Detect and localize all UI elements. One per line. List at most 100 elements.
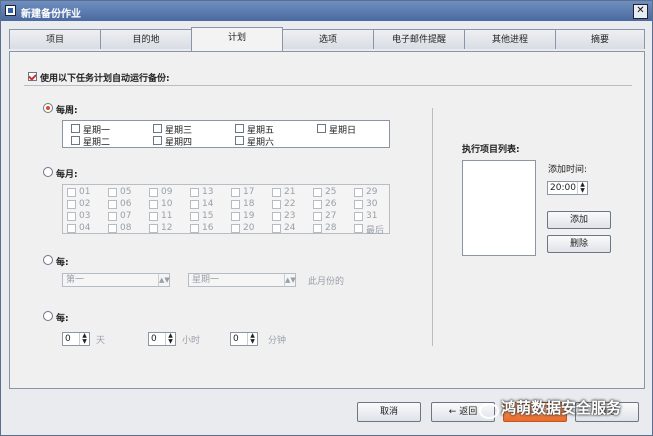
tab-summary[interactable]: 摘要 <box>555 29 645 49</box>
schedule-panel: 使用以下任务计划自动运行备份: 每周: 星期一 星期三 星期五 星期日 星期二 … <box>9 51 645 389</box>
month-day-checkbox[interactable] <box>149 212 158 221</box>
hours-value: 0 <box>151 334 157 344</box>
month-day-checkbox[interactable] <box>67 200 76 209</box>
monthly-days-group: 01 05 09 13 17 21 25 29 02 06 10 14 18 22 26 30 03 07 11 15… <box>62 184 390 236</box>
days-spinner[interactable]: 0 ▲ ▼ <box>62 332 90 346</box>
day-label: 星期二 <box>83 138 111 148</box>
interval-radio[interactable] <box>43 311 53 321</box>
days-value: 0 <box>65 334 71 344</box>
time-value: 20:00 <box>550 183 576 193</box>
nth-weekday-label: 每: <box>56 258 69 268</box>
tab-email-alerts[interactable]: 电子邮件提醒 <box>373 29 465 49</box>
day-checkbox[interactable] <box>235 136 244 145</box>
interval-label: 每: <box>56 314 69 324</box>
close-icon[interactable]: ✕ <box>633 4 648 19</box>
month-day-checkbox[interactable] <box>149 224 158 233</box>
monthly-radio[interactable] <box>43 167 53 177</box>
day-checkbox[interactable] <box>153 124 162 133</box>
spin-arrows-icon[interactable]: ▲ ▼ <box>79 333 89 345</box>
exec-time-list[interactable] <box>462 160 536 256</box>
month-day-checkbox[interactable] <box>354 224 363 233</box>
month-day-checkbox[interactable] <box>313 188 322 197</box>
month-day-checkbox[interactable] <box>231 188 240 197</box>
weekday-select[interactable]: 星期一 ▲▼ <box>188 273 296 287</box>
day-label: 星期六 <box>247 138 275 148</box>
weekly-label: 每周: <box>56 106 78 116</box>
month-day-checkbox[interactable] <box>272 200 281 209</box>
month-day-checkbox[interactable] <box>272 224 281 233</box>
updown-icon: ▲▼ <box>284 274 296 286</box>
window-title: 新建备份作业 <box>21 9 81 20</box>
month-day-label: 03 <box>79 211 91 221</box>
month-day-label: 07 <box>120 211 132 221</box>
minutes-unit: 分钟 <box>268 336 287 346</box>
weekday-value: 星期一 <box>192 275 220 285</box>
month-day-checkbox[interactable] <box>190 200 199 209</box>
month-day-checkbox[interactable] <box>149 200 158 209</box>
day-checkbox[interactable] <box>71 124 80 133</box>
weekly-radio[interactable] <box>43 103 53 113</box>
month-day-checkbox[interactable] <box>354 212 363 221</box>
month-day-label: 12 <box>161 223 173 233</box>
wechat-logo-icon <box>479 403 499 419</box>
month-day-checkbox[interactable] <box>108 212 117 221</box>
month-day-label: 14 <box>202 199 214 209</box>
month-day-checkbox[interactable] <box>272 212 281 221</box>
delete-time-button[interactable]: 删除 <box>547 235 611 253</box>
month-day-checkbox[interactable] <box>190 188 199 197</box>
month-day-checkbox[interactable] <box>354 200 363 209</box>
day-checkbox[interactable] <box>153 136 162 145</box>
month-day-checkbox[interactable] <box>108 188 117 197</box>
month-day-checkbox[interactable] <box>313 224 322 233</box>
month-day-checkbox[interactable] <box>231 212 240 221</box>
days-unit: 天 <box>96 336 106 346</box>
month-day-checkbox[interactable] <box>108 200 117 209</box>
enable-schedule-checkbox[interactable] <box>28 72 37 81</box>
add-time-button[interactable]: 添加 <box>547 211 611 229</box>
month-day-label: 24 <box>284 223 296 233</box>
tab-schedule[interactable]: 计划 <box>191 27 283 51</box>
month-day-checkbox[interactable] <box>313 212 322 221</box>
month-day-checkbox[interactable] <box>354 188 363 197</box>
day-checkbox[interactable] <box>71 136 80 145</box>
month-day-checkbox[interactable] <box>67 212 76 221</box>
tab-items[interactable]: 项目 <box>9 29 101 49</box>
month-day-checkbox[interactable] <box>190 212 199 221</box>
day-checkbox[interactable] <box>317 124 326 133</box>
month-day-checkbox[interactable] <box>272 188 281 197</box>
week-ordinal-select[interactable]: 第一 ▲▼ <box>62 273 170 287</box>
month-day-checkbox[interactable] <box>313 200 322 209</box>
month-day-checkbox[interactable] <box>67 188 76 197</box>
month-day-checkbox[interactable] <box>108 224 117 233</box>
tab-options[interactable]: 选项 <box>282 29 374 49</box>
cancel-button[interactable]: 取消 <box>357 402 421 422</box>
app-icon <box>5 5 16 16</box>
nth-weekday-radio[interactable] <box>43 255 53 265</box>
month-suffix-label: 此月份的 <box>308 277 345 287</box>
spin-arrows-icon[interactable]: ▲ ▼ <box>577 182 587 194</box>
month-day-checkbox[interactable] <box>67 224 76 233</box>
month-day-label: 08 <box>120 223 132 233</box>
spin-arrows-icon[interactable]: ▲ ▼ <box>165 333 175 345</box>
day-checkbox[interactable] <box>235 124 244 133</box>
month-day-checkbox[interactable] <box>231 224 240 233</box>
month-day-label: 16 <box>202 223 214 233</box>
day-label: 星期日 <box>329 126 357 136</box>
month-day-label: 01 <box>79 187 91 197</box>
time-spinner[interactable]: 20:00 ▲ ▼ <box>547 181 588 195</box>
minutes-spinner[interactable]: 0 ▲ ▼ <box>230 332 258 346</box>
month-day-label: 23 <box>284 211 296 221</box>
tab-destination[interactable]: 目的地 <box>100 29 192 49</box>
month-day-label: 04 <box>79 223 91 233</box>
tab-other-processes[interactable]: 其他进程 <box>464 29 556 49</box>
month-day-checkbox[interactable] <box>231 200 240 209</box>
month-day-label: 20 <box>243 223 255 233</box>
spin-arrows-icon[interactable]: ▲ ▼ <box>247 333 257 345</box>
hours-spinner[interactable]: 0 ▲ ▼ <box>148 332 176 346</box>
month-day-checkbox[interactable] <box>149 188 158 197</box>
month-day-label: 06 <box>120 199 132 209</box>
month-day-label: 最后 <box>366 226 385 236</box>
month-day-label: 22 <box>284 199 296 209</box>
month-day-label: 02 <box>79 199 91 209</box>
month-day-checkbox[interactable] <box>190 224 199 233</box>
